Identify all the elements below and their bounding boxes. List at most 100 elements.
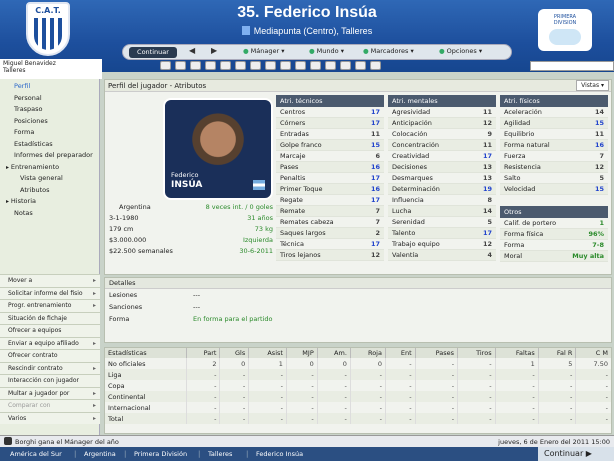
sidebar-item-perfil[interactable]: Perfil [0,81,99,93]
attr-row-desmarques: Desmarques 13 [388,173,496,184]
stats-header-mjp[interactable]: MJP [285,348,318,358]
attr-row-agresividad: Agresividad 11 [388,107,496,118]
news-ticker[interactable]: Borghi gana el Mánager del año jueves, 6… [0,435,614,447]
trophy-icon[interactable] [265,61,276,70]
home-icon[interactable] [160,61,171,70]
action-situacion-fichaje[interactable]: Situación de fichaje [0,311,100,324]
sidebar-item-entrenamiento[interactable]: Entrenamiento [0,162,99,174]
action-mover-a[interactable]: Mover a ▸ [0,274,100,287]
menu-opciones[interactable]: ● Opciones ▾ [439,47,482,55]
table-cell: - [248,380,287,391]
action-rescindir-contrato[interactable]: Rescindir contrato ▸ [0,361,100,374]
scout-icon[interactable] [310,61,321,70]
sidebar-item-informes[interactable]: Informes del preparador [0,150,99,162]
back-arrow-icon[interactable]: ◀ [189,46,195,55]
action-varios[interactable]: Varios ▸ [0,411,100,424]
sidebar-item-vista-general[interactable]: Vista general [0,173,99,185]
ball-icon[interactable] [295,61,306,70]
menu-mundo[interactable]: ● Mundo ▾ [309,47,344,55]
stats-header-part[interactable]: Part [186,348,220,358]
binoculars-icon[interactable] [325,61,336,70]
table-cell: 7.50 [575,358,611,369]
table-cell: - [537,391,576,402]
views-dropdown[interactable]: Vistas ▾ [576,80,609,91]
squad-icon[interactable] [190,61,201,70]
action-progr-entrenamiento[interactable]: Progr. entrenamiento ▸ [0,299,100,312]
argentina-flag-icon [253,180,265,190]
attr-row-remate: Remate 7 [276,206,384,217]
stats-header-c-m[interactable]: C M [575,348,611,358]
attr-value: 17 [370,119,380,127]
attr-label: Regate [280,196,303,204]
attr-label: Anticipación [392,119,432,127]
news-icon[interactable] [340,61,351,70]
action-ofrecer-equipos[interactable]: Ofrecer a equipos [0,324,100,337]
breadcrumb-player[interactable]: Federico Insúa [256,449,303,459]
action-ofrecer-contrato[interactable]: Ofrecer contrato [0,349,100,362]
breadcrumb-league[interactable]: Primera División [134,449,187,459]
action-interaccion[interactable]: Interacción con jugador [0,374,100,387]
search-input[interactable] [530,61,614,71]
breadcrumb-separator: | [198,450,201,458]
attr-value: 19 [482,185,492,193]
sidebar-item-forma[interactable]: Forma [0,127,99,139]
tactics-icon[interactable] [220,61,231,70]
continue-bottom-button[interactable]: Continuar ▶ [538,447,614,461]
table-cell: - [494,391,539,402]
attr-row-tecnica: Técnica 17 [276,239,384,250]
table-cell: - [384,413,416,424]
action-enviar-afiliado[interactable]: Enviar a equipo afiliado ▸ [0,336,100,349]
attr-label: Resistencia [504,163,541,171]
sidebar-item-traspaso[interactable]: Traspaso [0,104,99,116]
world-icon[interactable] [370,61,381,70]
stats-header-tiros[interactable]: Tiros [457,348,496,358]
action-informe-fisio[interactable]: Solicitar informe del fisio ▸ [0,286,100,299]
menu-marcadores[interactable]: ● Marcadores ▾ [363,47,414,55]
table-cell: - [285,391,318,402]
stats-header-ent[interactable]: Ent [384,348,416,358]
stats-header-pases[interactable]: Pases [414,348,458,358]
attr-row-resistencia: Resistencia 12 [500,162,608,173]
training-icon[interactable] [250,61,261,70]
sidebar-item-posiciones[interactable]: Posiciones [0,116,99,128]
table-cell: - [494,369,539,380]
stats-header-asist[interactable]: Asist [248,348,287,358]
sidebar-item-estadisticas[interactable]: Estadísticas [0,139,99,151]
attr-value: 15 [370,141,380,149]
calendar-icon[interactable] [205,61,216,70]
league-badge[interactable]: PRIMERA DIVISION [538,9,592,51]
technical-attributes: Atri. técnicos Centros 17 Córners 17 Entrada… [276,95,384,261]
table-cell: - [316,402,351,413]
table-cell: - [414,391,458,402]
forward-arrow-icon[interactable]: ▶ [211,46,217,55]
table-cell: - [316,369,351,380]
sidebar-item-historia[interactable]: Historia [0,196,99,208]
stats-header-gls[interactable]: Gls [219,348,249,358]
staff-icon[interactable] [235,61,246,70]
attr-value: 13 [482,174,492,182]
stats-header-roja[interactable]: Roja [349,348,386,358]
attr-row-creatividad: Creatividad 17 [388,151,496,162]
attr-row-salto: Salto 5 [500,173,608,184]
menu-manager[interactable]: ● Mánager ▾ [243,47,285,55]
stats-header-faltas[interactable]: Faltas [494,348,539,358]
breadcrumb-club[interactable]: Talleres [208,449,232,459]
help-icon[interactable] [355,61,366,70]
table-cell: 1 [494,358,539,369]
attr-label: Tiros lejanos [280,251,321,259]
stats-header-am[interactable]: Am. [316,348,351,358]
action-multar[interactable]: Multar a jugador por ▸ [0,386,100,399]
breadcrumb-region[interactable]: América del Sur [10,449,62,459]
attr-label: Agilidad [504,119,531,127]
sidebar-item-atributos[interactable]: Atributos [0,185,99,197]
continue-button[interactable]: Continuar [129,47,177,58]
finance-icon[interactable] [280,61,291,70]
stats-header-estadisticas[interactable]: Estadísticas [105,348,187,358]
stats-header-fal-r[interactable]: Fal R [537,348,576,358]
sidebar-item-notas[interactable]: Notas [0,208,99,220]
inbox-icon[interactable] [175,61,186,70]
sidebar-item-personal[interactable]: Personal [0,93,99,105]
attr-row-fuerza: Fuerza 7 [500,151,608,162]
breadcrumb-country[interactable]: Argentina [84,449,116,459]
attr-label: Agresividad [392,108,431,116]
